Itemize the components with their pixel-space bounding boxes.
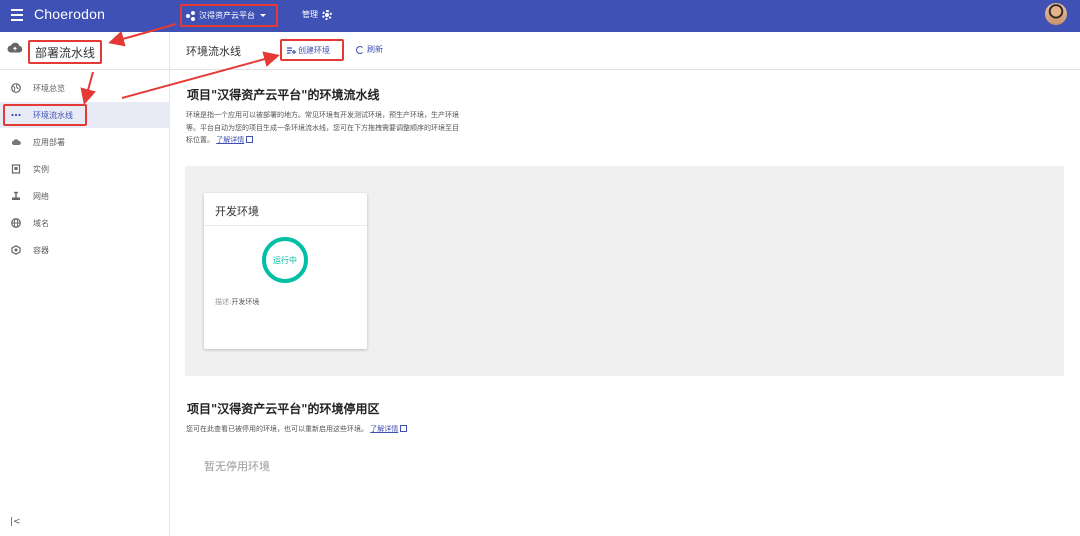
env-card[interactable]: 开发环境 运行中 描述:开发环境 [204, 193, 367, 349]
globe-icon [11, 83, 21, 93]
add-playlist-icon [287, 46, 296, 54]
sidebar: 部署流水线 环境总览 环境流水线 应用部署 实例 网络 域名 容器 |< [0, 32, 170, 536]
project-name: 汉得资产云平台 [199, 11, 255, 20]
cloud-upload-icon [7, 42, 23, 53]
sidebar-header: 部署流水线 [0, 32, 170, 70]
env-description: 描述:开发环境 [215, 297, 259, 307]
cloud-deploy-icon [11, 139, 21, 145]
sidebar-item-domain[interactable]: 域名 [0, 210, 170, 236]
page-title: 环境流水线 [186, 45, 241, 58]
container-icon [11, 245, 21, 255]
project-icon [186, 10, 196, 21]
disabled-section-title: 项目"汉得资产云平台"的环境停用区 [187, 402, 380, 416]
pipeline-description: 环境是指一个应用可以被部署的地方。常见环境有开发测试环境，预生产环境，生产环境 … [186, 109, 459, 147]
manage-label: 管理 [302, 10, 318, 19]
refresh-label: 刷新 [367, 45, 383, 54]
project-switcher[interactable]: 汉得资产云平台 [180, 4, 278, 27]
sidebar-item-network[interactable]: 网络 [0, 183, 170, 209]
description-line: 环境是指一个应用可以被部署的地方。常见环境有开发测试环境，预生产环境，生产环境 [186, 111, 459, 119]
learn-more-link[interactable]: 了解详情 [216, 136, 244, 144]
sidebar-item-label: 应用部署 [33, 138, 65, 147]
refresh-icon [356, 45, 364, 54]
pipeline-section-title: 项目"汉得资产云平台"的环境流水线 [187, 88, 380, 102]
sidebar-item-container[interactable]: 容器 [0, 237, 170, 263]
hamburger-menu-icon[interactable] [11, 9, 23, 21]
refresh-button[interactable]: 刷新 [356, 44, 383, 55]
domain-icon [11, 218, 21, 228]
description-line-last: 标位置。 了解详情 [186, 134, 459, 147]
annotation-box: 部署流水线 [28, 40, 102, 64]
sidebar-item-label: 域名 [33, 219, 49, 228]
create-env-button[interactable]: 创建环境 [280, 39, 344, 61]
divider [204, 225, 367, 226]
env-status: 运行中 [273, 255, 297, 265]
create-env-label: 创建环境 [298, 45, 330, 55]
disabled-description: 您可在此查看已被停用的环境，也可以重新启用这些环境。 了解详情 [186, 423, 408, 436]
env-card-title: 开发环境 [215, 205, 259, 218]
app-logo[interactable]: Choerodon [34, 6, 105, 22]
manage-button[interactable]: 管理 [302, 9, 332, 20]
sidebar-item-label: 网络 [33, 192, 49, 201]
sidebar-item-label: 环境总览 [33, 84, 65, 93]
sidebar-item-env-pipeline[interactable]: 环境流水线 [0, 102, 170, 128]
status-ring: 运行中 [262, 237, 308, 283]
description-line: 等。平台自动为您的项目生成一条环境流水线，您可在下方拖拽需要调整顺序的环境至目 [186, 123, 459, 132]
env-desc-value: 开发环境 [231, 298, 260, 306]
empty-state-text: 暂无停用环境 [204, 460, 270, 473]
sidebar-item-env-overview[interactable]: 环境总览 [0, 75, 170, 101]
sidebar-title: 部署流水线 [35, 46, 96, 60]
gear-icon [322, 9, 332, 20]
collapse-sidebar-button[interactable]: |< [10, 517, 21, 527]
sidebar-item-label: 容器 [33, 246, 49, 255]
page-header: 环境流水线 创建环境 刷新 [170, 32, 1080, 70]
sidebar-item-instance[interactable]: 实例 [0, 156, 170, 182]
top-bar: Choerodon 汉得资产云平台 管理 [0, 0, 1080, 32]
network-icon [12, 191, 20, 200]
env-desc-label: 描述: [215, 298, 232, 306]
chevron-down-icon [260, 14, 266, 17]
sidebar-item-app-deploy[interactable]: 应用部署 [0, 129, 170, 155]
avatar[interactable] [1045, 3, 1067, 25]
external-link-icon [400, 425, 408, 432]
external-link-icon [246, 136, 254, 143]
annotation-box [3, 104, 87, 126]
learn-more-link[interactable]: 了解详情 [370, 425, 398, 433]
sidebar-item-label: 实例 [33, 165, 49, 174]
instance-icon [11, 164, 21, 174]
